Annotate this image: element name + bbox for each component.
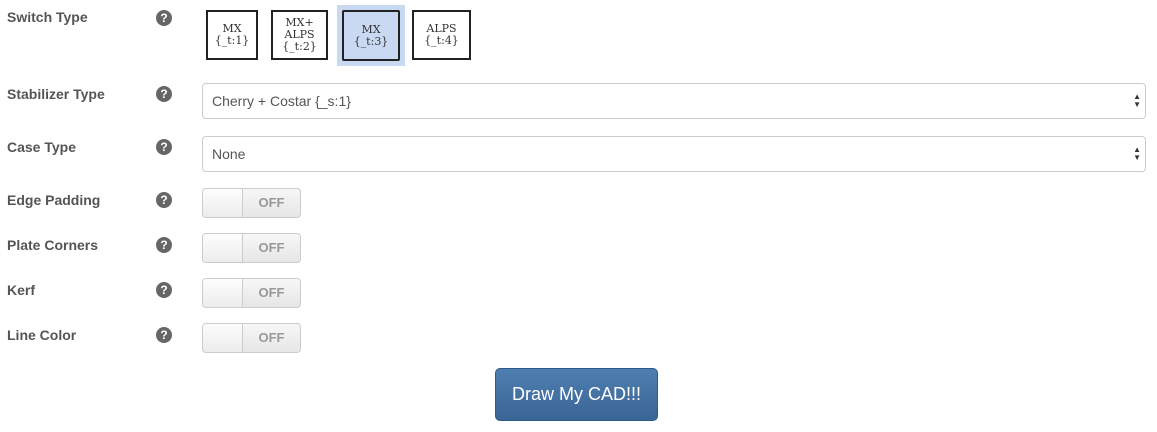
toggle-state: OFF: [258, 195, 285, 210]
toggle-state: OFF: [258, 330, 285, 345]
stabilizer-type-select[interactable]: Cherry + Costar {_s:1} ▲ ▼: [202, 83, 1146, 119]
switch-option-mx[interactable]: MX {_t:1}: [206, 10, 258, 60]
up-down-caret-icon: ▲ ▼: [1133, 145, 1141, 162]
switch-option-text: {_t:4}: [424, 34, 459, 47]
switch-option-alps[interactable]: ALPS {_t:4}: [412, 10, 471, 60]
case-type-value: None: [212, 146, 246, 162]
line-color-toggle[interactable]: OFF: [202, 323, 301, 353]
switch-type-help-icon[interactable]: ?: [156, 10, 172, 26]
switch-option-mx-stabilized[interactable]: MX {_t:3}: [337, 5, 405, 66]
draw-my-cad-button[interactable]: Draw My CAD!!!: [495, 368, 658, 421]
edge-padding-toggle[interactable]: OFF: [202, 188, 301, 218]
kerf-label: Kerf: [7, 282, 36, 298]
case-type-label: Case Type: [7, 139, 76, 155]
case-type-select[interactable]: None ▲ ▼: [202, 136, 1146, 172]
case-type-help-icon[interactable]: ?: [156, 139, 172, 155]
plate-corners-help-icon[interactable]: ?: [156, 237, 172, 253]
switch-option-text: {_t:3}: [353, 34, 389, 48]
toggle-state: OFF: [258, 240, 285, 255]
cad-options-form: Switch Type ? MX {_t:1} MX+ ALPS {_t:2} …: [0, 0, 1157, 432]
plate-corners-label: Plate Corners: [7, 237, 99, 253]
switch-option-text: MX: [361, 22, 381, 36]
kerf-help-icon[interactable]: ?: [156, 282, 172, 298]
stabilizer-type-label: Stabilizer Type: [7, 86, 105, 102]
kerf-toggle[interactable]: OFF: [202, 278, 301, 308]
toggle-knob: [203, 324, 243, 352]
stabilizer-type-help-icon[interactable]: ?: [156, 86, 172, 102]
plate-corners-toggle[interactable]: OFF: [202, 233, 301, 263]
switch-option-mx-alps[interactable]: MX+ ALPS {_t:2}: [271, 10, 328, 60]
toggle-state: OFF: [258, 285, 285, 300]
toggle-knob: [203, 234, 243, 262]
switch-option-text: {_t:1}: [214, 34, 250, 47]
edge-padding-help-icon[interactable]: ?: [156, 192, 172, 208]
toggle-knob: [203, 279, 243, 307]
switch-option-selected-frame: MX {_t:3}: [342, 10, 400, 61]
line-color-label: Line Color: [7, 327, 77, 343]
switch-type-label: Switch Type: [7, 9, 88, 25]
up-down-caret-icon: ▲ ▼: [1133, 92, 1141, 109]
switch-option-text: {_t:2}: [282, 40, 317, 53]
stabilizer-type-value: Cherry + Costar {_s:1}: [212, 93, 351, 109]
line-color-help-icon[interactable]: ?: [156, 327, 172, 343]
edge-padding-label: Edge Padding: [7, 192, 101, 208]
toggle-knob: [203, 189, 243, 217]
